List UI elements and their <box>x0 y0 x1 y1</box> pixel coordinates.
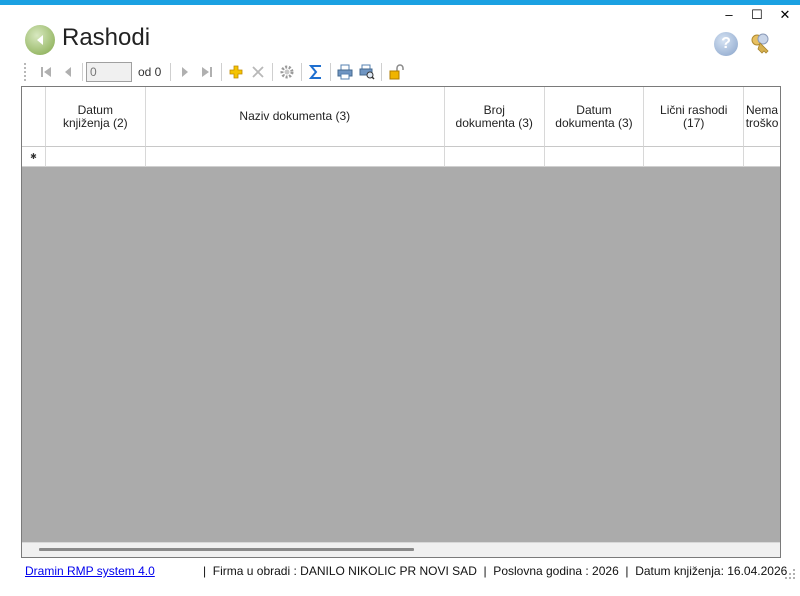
grid-header-row: Datum knjiženja (2) Naziv dokumenta (3) … <box>22 87 780 147</box>
next-record-button[interactable] <box>174 61 196 83</box>
sum-button[interactable] <box>305 61 327 83</box>
new-row-marker[interactable]: ✱ <box>22 147 46 167</box>
keys-icon[interactable] <box>748 32 774 56</box>
last-record-button[interactable] <box>196 61 218 83</box>
maximize-button[interactable]: ☐ <box>750 8 764 22</box>
gear-icon <box>280 65 294 79</box>
back-arrow-icon <box>37 35 43 45</box>
scrollbar-thumb[interactable] <box>39 548 414 551</box>
toolbar-separator <box>301 63 303 81</box>
table-cell[interactable] <box>45 147 146 167</box>
status-info: | Firma u obradi : DANILO NIKOLIC PR NOV… <box>203 564 788 578</box>
help-icon[interactable]: ? <box>714 32 738 56</box>
table-cell[interactable] <box>744 147 780 167</box>
column-header[interactable]: Lični rashodi (17) <box>644 87 745 147</box>
close-button[interactable]: ✕ <box>778 8 792 22</box>
column-header[interactable]: Nema troško <box>744 87 780 147</box>
toolbar-grip[interactable] <box>24 63 29 81</box>
print-preview-button[interactable] <box>356 61 378 83</box>
column-header[interactable]: Datum dokumenta (3) <box>544 87 645 147</box>
back-button[interactable] <box>25 25 55 55</box>
toolbar-separator <box>221 63 223 81</box>
window-accent-bar <box>0 0 800 5</box>
table-cell[interactable] <box>544 147 645 167</box>
table-cell[interactable] <box>644 147 745 167</box>
resize-grip-icon[interactable] <box>784 568 796 580</box>
previous-record-icon <box>65 67 71 77</box>
table-cell[interactable] <box>145 147 445 167</box>
new-row[interactable]: ✱ <box>22 147 780 167</box>
previous-record-button[interactable] <box>57 61 79 83</box>
printer-icon <box>337 64 353 80</box>
toolbar-separator <box>170 63 172 81</box>
next-record-icon <box>182 67 189 77</box>
column-header[interactable]: Naziv dokumenta (3) <box>145 87 445 147</box>
last-record-icon <box>202 67 213 77</box>
app-version-link[interactable]: Dramin RMP system 4.0 <box>25 564 203 578</box>
column-header[interactable]: Datum knjiženja (2) <box>45 87 146 147</box>
unlock-button[interactable] <box>385 61 407 83</box>
page-title: Rashodi <box>62 24 151 51</box>
delete-button[interactable] <box>247 61 269 83</box>
record-number-input[interactable] <box>86 62 132 82</box>
print-button[interactable] <box>334 61 356 83</box>
record-toolbar: od 0 <box>22 60 407 84</box>
toolbar-separator <box>381 63 383 81</box>
row-header-corner[interactable] <box>22 87 46 147</box>
record-count-label: od 0 <box>138 65 162 79</box>
data-grid: Datum knjiženja (2) Naziv dokumenta (3) … <box>21 86 781 558</box>
window-controls: – ☐ ✕ <box>722 8 792 22</box>
minimize-button[interactable]: – <box>722 8 736 22</box>
first-record-icon <box>41 67 51 77</box>
column-header[interactable]: Broj dokumenta (3) <box>444 87 545 147</box>
add-icon <box>229 65 243 79</box>
horizontal-scrollbar[interactable] <box>22 542 780 557</box>
toolbar-separator <box>330 63 332 81</box>
unlock-icon <box>389 64 405 80</box>
settings-button[interactable] <box>276 61 298 83</box>
status-bar: Dramin RMP system 4.0 | Firma u obradi :… <box>0 559 800 583</box>
first-record-button[interactable] <box>35 61 57 83</box>
table-cell[interactable] <box>444 147 545 167</box>
add-button[interactable] <box>225 61 247 83</box>
print-preview-icon <box>359 64 375 80</box>
toolbar-separator <box>272 63 274 81</box>
sigma-icon <box>309 65 322 79</box>
delete-icon <box>252 66 264 78</box>
toolbar-separator <box>82 63 83 81</box>
